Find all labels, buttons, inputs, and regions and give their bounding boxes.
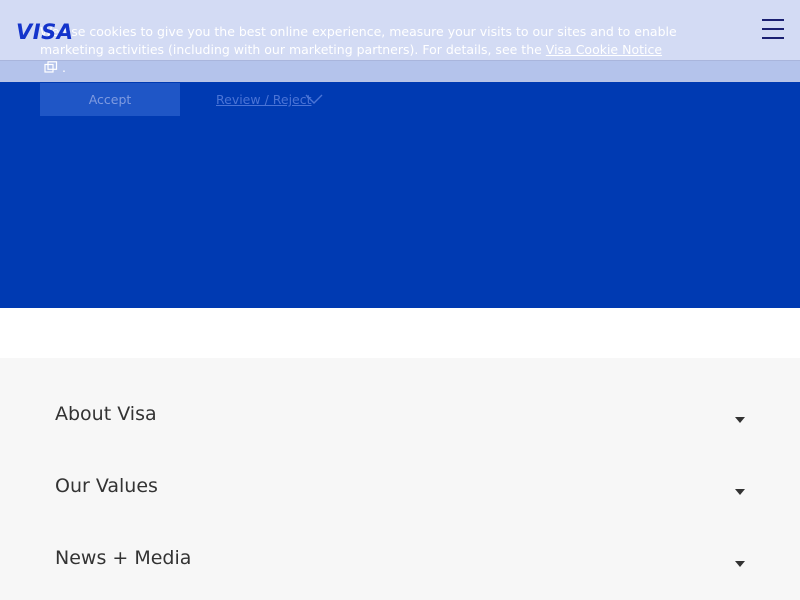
accordion-item-about-visa[interactable]: About Visa: [55, 403, 755, 453]
hamburger-menu-icon[interactable]: [760, 18, 784, 42]
accordion-label: News + Media: [55, 547, 192, 569]
menu-line: [762, 37, 784, 39]
page: VISA We use cookies to give you the best…: [0, 0, 800, 600]
review-reject-link[interactable]: Review / Reject: [216, 92, 312, 107]
menu-line: [762, 19, 784, 21]
cookie-trailing-period: .: [61, 60, 66, 75]
caret-down-icon: [735, 561, 745, 567]
footer-accordion: About Visa Our Values News + Media: [0, 358, 800, 600]
accordion-item-news-media[interactable]: News + Media: [55, 547, 755, 597]
visa-logo[interactable]: VISA: [16, 20, 73, 44]
cookie-actions: Accept Review / Reject: [0, 83, 800, 117]
accordion-item-our-values[interactable]: Our Values: [55, 475, 755, 525]
accordion-label: Our Values: [55, 475, 158, 497]
caret-down-icon: [735, 489, 745, 495]
cookie-banner: We use cookies to give you the best onli…: [0, 0, 800, 82]
accordion-label: About Visa: [55, 403, 157, 425]
cookie-notice-link[interactable]: Visa Cookie Notice: [546, 42, 662, 57]
accept-cookies-button[interactable]: Accept: [40, 83, 180, 116]
caret-down-icon: [735, 417, 745, 423]
external-link-icon[interactable]: [44, 61, 58, 73]
cookie-banner-text: We use cookies to give you the best onli…: [40, 23, 680, 77]
chevron-down-icon[interactable]: [305, 94, 323, 104]
menu-line: [762, 28, 784, 30]
